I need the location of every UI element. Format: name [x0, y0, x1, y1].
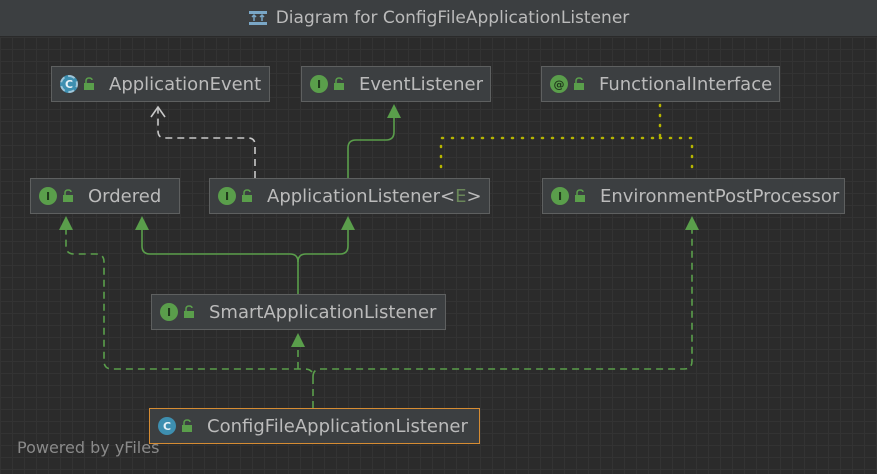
node-application-event[interactable]: C ApplicationEvent — [51, 66, 270, 102]
unlocked-icon — [241, 189, 253, 203]
node-environment-post-processor[interactable]: I EnvironmentPostProcessor — [542, 178, 845, 214]
node-label: ApplicationListener — [267, 185, 440, 207]
unlocked-icon — [574, 189, 586, 203]
node-functional-interface[interactable]: @ FunctionalInterface — [541, 66, 780, 102]
arrowhead-filled — [291, 333, 305, 347]
generic-param: E — [455, 185, 467, 207]
class-icon: C — [158, 417, 176, 435]
arrowhead-filled — [387, 104, 401, 118]
node-label: ConfigFileApplicationListener — [207, 415, 468, 437]
unlocked-icon — [333, 77, 345, 91]
interface-icon: I — [551, 187, 569, 205]
interface-icon: I — [218, 187, 236, 205]
annotation-icon: @ — [550, 75, 568, 93]
generic-open: < — [440, 185, 456, 207]
unlocked-icon — [83, 77, 95, 91]
interface-icon: I — [39, 187, 57, 205]
interface-icon: I — [160, 303, 178, 321]
unlocked-icon — [183, 305, 195, 319]
unlocked-icon — [573, 77, 585, 91]
edge-environmentpostprocessor-functionalinterface — [439, 102, 694, 169]
edge-applicationlistener-eventlistener — [347, 116, 395, 178]
powered-by-label: Powered by yFiles — [17, 438, 160, 457]
node-label: ApplicationEvent — [109, 73, 262, 95]
node-label: Ordered — [88, 185, 162, 207]
arrowhead-filled — [341, 216, 355, 230]
edge-applicationlistener-applicationevent — [157, 108, 256, 178]
node-event-listener[interactable]: I EventListener — [301, 66, 491, 102]
generic-close: > — [466, 185, 482, 207]
unlocked-icon — [181, 419, 193, 433]
arrowhead-filled — [59, 216, 73, 230]
node-label: SmartApplicationListener — [209, 301, 437, 323]
edge-smart-applicationlistener — [297, 229, 349, 263]
arrowhead-filled — [135, 216, 149, 230]
node-label: FunctionalInterface — [599, 73, 773, 95]
unlocked-icon — [62, 189, 74, 203]
node-application-listener[interactable]: I ApplicationListener < E > — [209, 178, 490, 214]
interface-icon: I — [310, 75, 328, 93]
node-ordered[interactable]: I Ordered — [30, 178, 180, 214]
node-label: EnvironmentPostProcessor — [600, 185, 840, 207]
node-smart-application-listener[interactable]: I SmartApplicationListener — [151, 294, 446, 330]
edge-smart-ordered — [141, 229, 299, 294]
abstract-class-icon: C — [60, 75, 78, 93]
node-label: EventListener — [359, 73, 483, 95]
node-config-file-application-listener[interactable]: C ConfigFileApplicationListener — [149, 408, 480, 444]
arrowhead-filled — [685, 216, 699, 230]
